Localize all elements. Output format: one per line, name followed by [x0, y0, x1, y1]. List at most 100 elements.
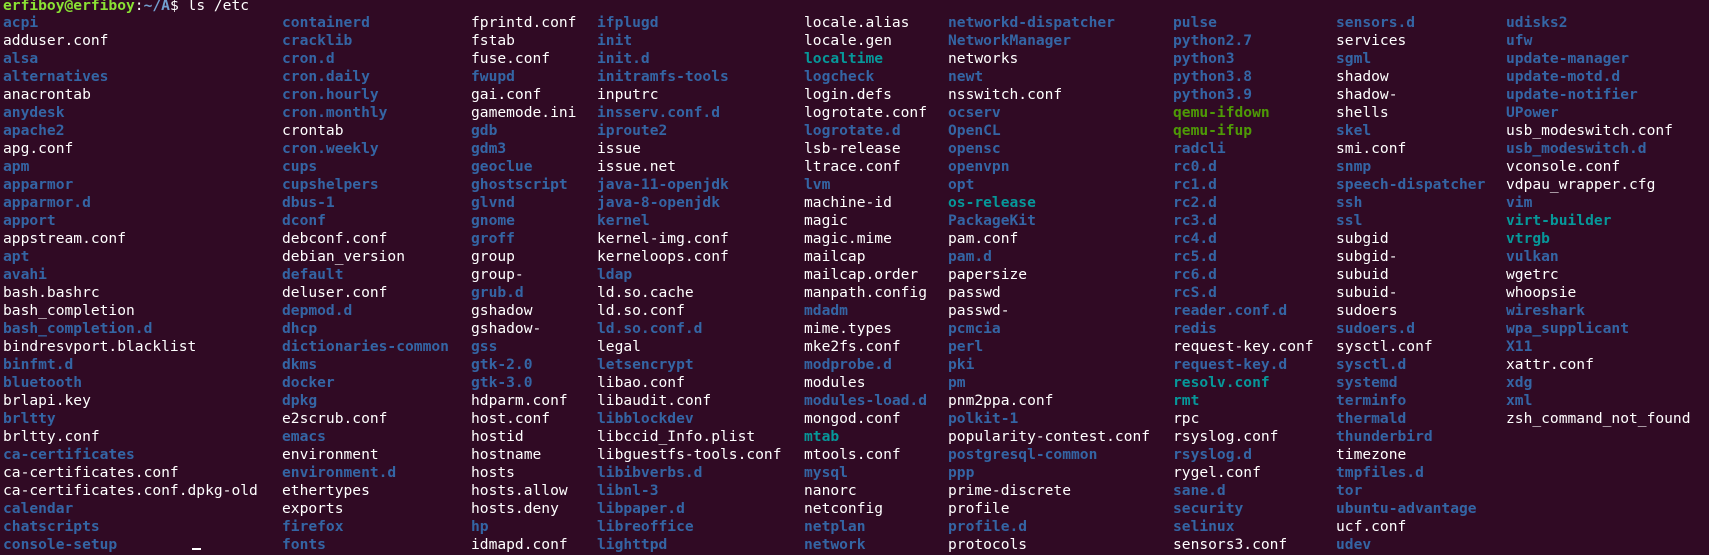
directory-entry: python3.9 — [1173, 86, 1253, 103]
directory-entry: depmod.d — [282, 302, 353, 319]
file-entry: magic.mime — [804, 230, 892, 247]
file-entry: ld.so.conf — [597, 302, 685, 319]
directory-entry: sgml — [1336, 50, 1372, 67]
file-entry: ld.so.cache — [597, 284, 694, 301]
symlink-entry: os-release — [948, 194, 1036, 211]
file-entry: crontab — [282, 122, 344, 139]
directory-entry: gdm3 — [471, 140, 507, 157]
directory-entry: rc1.d — [1173, 176, 1217, 193]
directory-entry: init — [597, 32, 633, 49]
file-entry: passwd — [948, 284, 1001, 301]
directory-entry: snmp — [1336, 158, 1372, 175]
file-entry: deluser.conf — [282, 284, 388, 301]
directory-entry: systemd — [1336, 374, 1398, 391]
directory-entry: NetworkManager — [948, 32, 1072, 49]
directory-entry: rc6.d — [1173, 266, 1217, 283]
directory-entry: ssh — [1336, 194, 1363, 211]
file-entry: locale.alias — [804, 14, 910, 31]
directory-entry: logcheck — [804, 68, 875, 85]
directory-entry: sane.d — [1173, 482, 1226, 499]
file-entry: inputrc — [597, 86, 659, 103]
file-entry: sensors3.conf — [1173, 536, 1288, 553]
file-entry: subuid — [1336, 266, 1389, 283]
directory-entry: newt — [948, 68, 984, 85]
directory-entry: update-notifier — [1506, 86, 1638, 103]
directory-entry: kernel — [597, 212, 650, 229]
directory-entry: rsyslog.d — [1173, 446, 1253, 463]
directory-entry: pam.d — [948, 248, 992, 265]
directory-entry: wpa_supplicant — [1506, 320, 1630, 337]
file-entry: modules — [804, 374, 866, 391]
directory-entry: radcli — [1173, 140, 1226, 157]
directory-entry: apparmor.d — [3, 194, 91, 211]
file-entry: kerneloops.conf — [597, 248, 729, 265]
directory-entry: glvnd — [471, 194, 515, 211]
directory-entry: rc3.d — [1173, 212, 1217, 229]
directory-entry: pki — [948, 356, 975, 373]
directory-entry: postgresql-common — [948, 446, 1098, 463]
file-entry: ca-certificates.conf — [3, 464, 179, 481]
ls-column: locale.alias locale.gen localtime logcheck l… — [804, 14, 927, 554]
symlink-entry: localtime — [804, 50, 884, 67]
file-entry: prime-discrete — [948, 482, 1072, 499]
directory-entry: apparmor — [3, 176, 74, 193]
file-entry: mtools.conf — [804, 446, 901, 463]
file-entry: gai.conf — [471, 86, 542, 103]
directory-entry: rc5.d — [1173, 248, 1217, 265]
file-entry: mime.types — [804, 320, 892, 337]
file-entry: whoopsie — [1506, 284, 1577, 301]
file-entry: subuid- — [1336, 284, 1398, 301]
directory-entry: update-motd.d — [1506, 68, 1621, 85]
prompt-path: ~/A — [143, 0, 170, 14]
directory-entry: sensors.d — [1336, 14, 1416, 31]
file-entry: rsyslog.conf — [1173, 428, 1279, 445]
file-entry: hostid — [471, 428, 524, 445]
directory-entry: thunderbird — [1336, 428, 1433, 445]
file-entry: bash_completion — [3, 302, 135, 319]
file-entry: machine-id — [804, 194, 892, 211]
file-entry: brltty.conf — [3, 428, 100, 445]
directory-entry: emacs — [282, 428, 326, 445]
directory-entry: wireshark — [1506, 302, 1586, 319]
file-entry: smi.conf — [1336, 140, 1407, 157]
directory-entry: ca-certificates — [3, 446, 135, 463]
file-entry: environment — [282, 446, 379, 463]
ls-column: containerd cracklib cron.d cron.daily cron.h… — [282, 14, 449, 554]
directory-entry: networkd-dispatcher — [948, 14, 1115, 31]
directory-entry: perl — [948, 338, 984, 355]
terminal-window[interactable]: erfiboy@erfiboy:~/A$ ls /etc acpi adduser… — [0, 0, 1709, 555]
file-entry: fprintd.conf — [471, 14, 577, 31]
ls-column: udisks2 ufw update-manager update-motd.d upd… — [1506, 14, 1691, 428]
ls-column: sensors.d services sgml shadow shadow-shells… — [1336, 14, 1485, 554]
file-entry: libao.conf — [597, 374, 685, 391]
directory-entry: X11 — [1506, 338, 1533, 355]
directory-entry: groff — [471, 230, 515, 247]
text-cursor — [192, 548, 201, 550]
directory-entry: vim — [1506, 194, 1533, 211]
prompt-command: ls /etc — [187, 0, 250, 14]
file-entry: fuse.conf — [471, 50, 551, 67]
directory-entry: insserv.conf.d — [597, 104, 721, 121]
symlink-entry: resolv.conf — [1173, 374, 1270, 391]
file-entry: sudoers — [1336, 302, 1398, 319]
file-entry: mongod.conf — [804, 410, 901, 427]
file-entry: mke2fs.conf — [804, 338, 901, 355]
directory-entry: dkms — [282, 356, 318, 373]
file-entry: usb_modeswitch.conf — [1506, 122, 1673, 139]
directory-entry: logrotate.d — [804, 122, 901, 139]
file-entry: lsb-release — [804, 140, 901, 157]
prompt-user-host: erfiboy@erfiboy — [3, 0, 135, 14]
executable-entry: qemu-ifup — [1173, 122, 1253, 139]
file-entry: networks — [948, 50, 1019, 67]
directory-entry: calendar — [3, 500, 74, 517]
file-entry: group- — [471, 266, 524, 283]
file-entry: shells — [1336, 104, 1389, 121]
file-entry: issue — [597, 140, 641, 157]
directory-entry: cupshelpers — [282, 176, 379, 193]
directory-entry: apache2 — [3, 122, 65, 139]
directory-entry: gdb — [471, 122, 498, 139]
directory-entry: rc4.d — [1173, 230, 1217, 247]
directory-entry: sysctl.d — [1336, 356, 1407, 373]
directory-entry: update-manager — [1506, 50, 1630, 67]
file-entry: wgetrc — [1506, 266, 1559, 283]
